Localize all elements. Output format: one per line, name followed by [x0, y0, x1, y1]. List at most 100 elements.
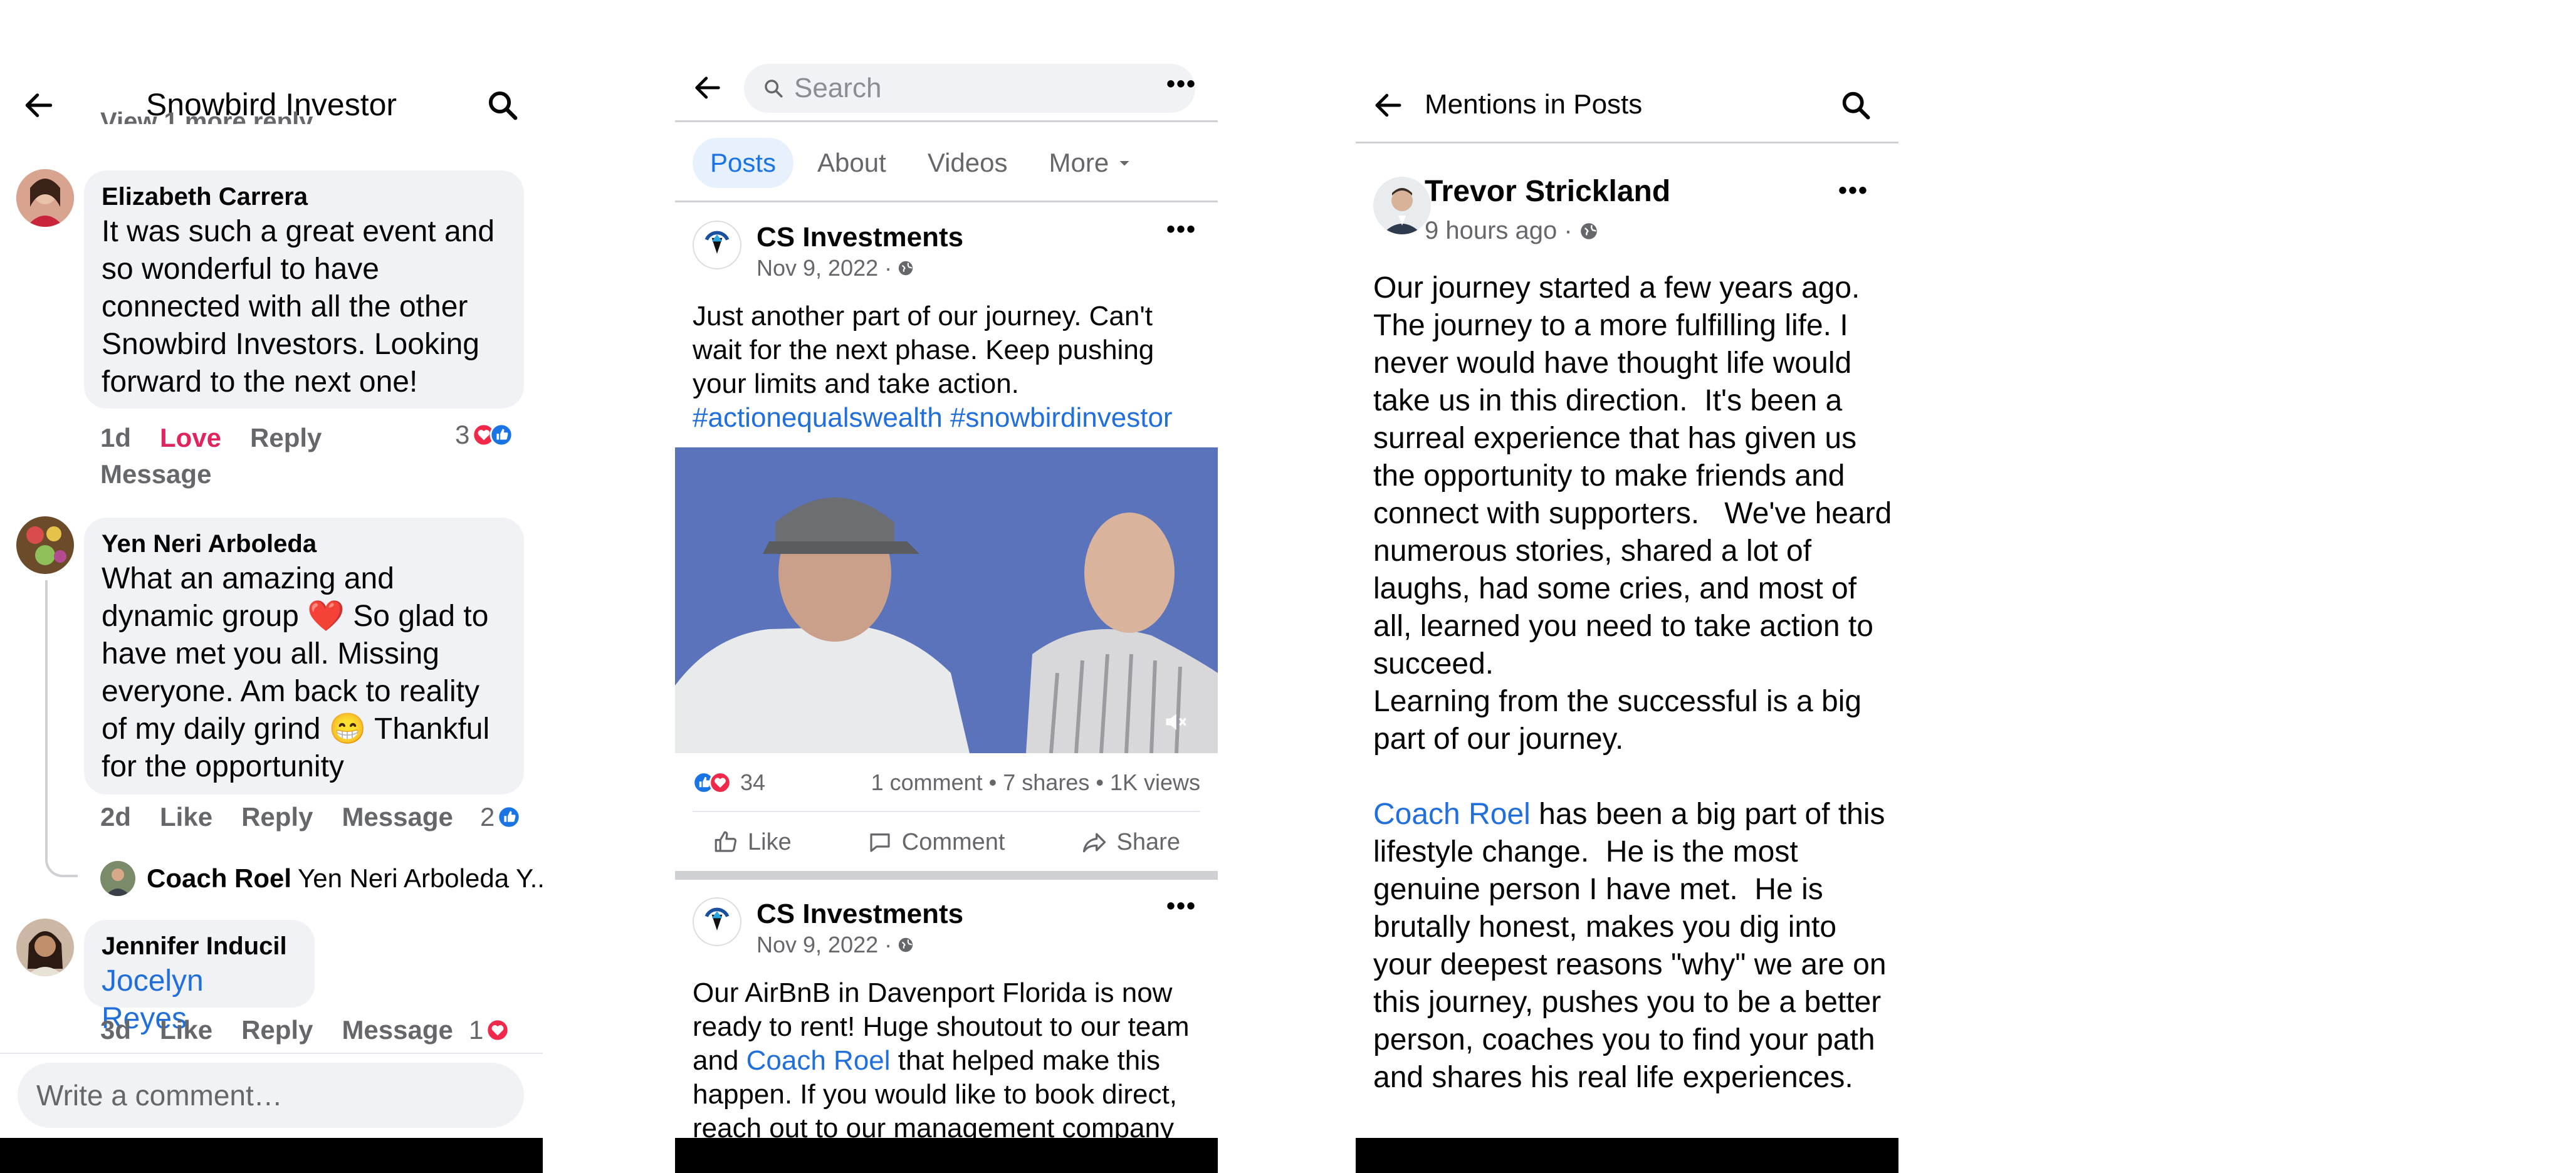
mention-link[interactable]: Coach Roel: [1373, 798, 1531, 831]
post-meta: Nov 9, 2022 ·: [757, 254, 963, 282]
like-label: Like: [748, 828, 792, 855]
divider: [693, 811, 1200, 812]
engagement-stats[interactable]: 1 comment • 7 shares • 1K views: [871, 769, 1200, 796]
comment-actions: 1d Love Reply Message: [100, 420, 426, 493]
search-icon[interactable]: [483, 85, 523, 125]
comment-time: 2d: [100, 802, 132, 832]
search-input[interactable]: Search: [744, 64, 1195, 113]
love-reaction-icon: [486, 1018, 510, 1042]
hashtag-links[interactable]: #actionequalswealth #snowbirdinvestor: [693, 402, 1173, 433]
post-stats: 34 1 comment • 7 shares • 1K views: [693, 769, 1200, 796]
post-body: Our journey started a few years ago. The…: [1373, 271, 1892, 756]
comment-actions: 3d Like Reply Message: [100, 1015, 482, 1045]
comment-author[interactable]: Elizabeth Carrera: [102, 180, 506, 213]
avatar[interactable]: [16, 169, 74, 227]
video-player[interactable]: [675, 447, 1218, 753]
reaction-number: 34: [740, 769, 766, 795]
tab-posts[interactable]: Posts: [693, 138, 794, 188]
reply-button[interactable]: Reply: [241, 1015, 313, 1045]
avatar[interactable]: [16, 516, 74, 574]
post-text: Our journey started a few years ago. The…: [1373, 269, 1893, 1097]
comment-time: 3d: [100, 1015, 132, 1045]
message-button[interactable]: Message: [342, 1015, 453, 1045]
search-placeholder: Search: [794, 73, 882, 103]
divider: [0, 1053, 543, 1054]
reaction-count[interactable]: 1: [469, 1015, 510, 1045]
comment-author[interactable]: Yen Neri Arboleda: [102, 528, 506, 560]
comment-input[interactable]: Write a comment…: [18, 1063, 524, 1128]
comment-text: What an amazing and dynamic group ❤️ So …: [102, 562, 490, 783]
page-name[interactable]: CS Investments: [757, 897, 963, 931]
globe-icon: [1580, 222, 1597, 239]
mute-icon[interactable]: [1158, 704, 1193, 739]
post-separator: [675, 871, 1218, 880]
post-options-icon[interactable]: •••: [1166, 892, 1196, 920]
comment-time: 1d: [100, 423, 132, 452]
post-body: Just another part of our journey. Can't …: [693, 301, 1154, 399]
reply-button[interactable]: Reply: [250, 423, 322, 452]
love-button[interactable]: Love: [160, 423, 221, 452]
system-nav-bar: [1356, 1138, 1898, 1173]
message-button[interactable]: Message: [342, 802, 453, 832]
share-icon: [1082, 833, 1106, 853]
divider: [675, 120, 1218, 122]
globe-icon: [898, 261, 913, 276]
comment-button[interactable]: Comment: [867, 829, 1005, 856]
mentions-panel: Mentions in Posts Trevor Strickland 9 ho…: [1356, 0, 1898, 1173]
avatar[interactable]: [1373, 177, 1431, 234]
page-logo[interactable]: [693, 897, 741, 946]
mention-link[interactable]: Coach Roel: [746, 1045, 891, 1076]
reaction-count[interactable]: 3: [455, 420, 513, 450]
search-icon: [763, 78, 784, 99]
more-options-icon[interactable]: •••: [1166, 70, 1196, 98]
post-author[interactable]: Trevor Strickland: [1425, 174, 1670, 209]
like-reaction-icon: [490, 423, 513, 447]
system-nav-bar: [0, 1138, 543, 1173]
message-button[interactable]: Message: [100, 459, 211, 489]
back-arrow-icon[interactable]: [688, 68, 728, 108]
tab-more[interactable]: More: [1031, 138, 1151, 188]
tab-videos[interactable]: Videos: [910, 138, 1025, 188]
system-nav-bar: [675, 1138, 1218, 1173]
post-options-icon[interactable]: •••: [1166, 216, 1196, 244]
post-date: Nov 9, 2022 ·: [757, 932, 893, 957]
post-body-cont: has been a big part of this lifestyle ch…: [1373, 798, 1895, 1094]
search-icon[interactable]: [1836, 85, 1876, 125]
comment-bubble: Jennifer Inducil Jocelyn Reyes: [84, 920, 315, 1035]
comment-bubble: Yen Neri Arboleda What an amazing and dy…: [84, 518, 524, 795]
post-header: CS Investments Nov 9, 2022 ·: [693, 897, 963, 959]
comment-author[interactable]: Jennifer Inducil: [102, 930, 297, 962]
like-button[interactable]: Like: [713, 829, 792, 856]
view-more-replies[interactable]: View 1 more reply...: [100, 103, 332, 124]
reply-button[interactable]: Reply: [241, 802, 313, 832]
share-button[interactable]: Share: [1081, 828, 1180, 856]
comment-text: It was such a great event and so wonderf…: [102, 215, 495, 399]
post-options-icon[interactable]: •••: [1838, 177, 1868, 205]
like-button[interactable]: Like: [160, 802, 212, 832]
comment-actions: 2d Like Reply Message: [100, 802, 482, 832]
tab-more-label: More: [1049, 148, 1109, 177]
like-reaction-icon: [497, 805, 521, 829]
page-logo[interactable]: [693, 221, 741, 269]
like-button[interactable]: Like: [160, 1015, 212, 1045]
avatar[interactable]: [100, 861, 135, 896]
reply-author: Coach Roel: [147, 863, 292, 893]
reaction-count[interactable]: 2: [480, 802, 521, 832]
reaction-number: 3: [455, 420, 470, 449]
post-header: CS Investments Nov 9, 2022 ·: [693, 221, 963, 282]
tab-about[interactable]: About: [800, 138, 904, 188]
page-tabs: Posts About Videos More: [693, 138, 1158, 188]
post-meta: 9 hours ago ·: [1425, 217, 1599, 245]
back-arrow-icon[interactable]: [1368, 85, 1408, 125]
avatar[interactable]: [16, 919, 74, 976]
post-text: Just another part of our journey. Can't …: [693, 300, 1207, 435]
reply-text: Yen Neri Arboleda Y...: [298, 863, 543, 893]
reaction-summary[interactable]: 34: [693, 769, 765, 796]
page-feed-panel: Search ••• Posts About Videos More CS In…: [675, 0, 1218, 1173]
page-name[interactable]: CS Investments: [757, 221, 963, 254]
reply-preview[interactable]: Coach Roel Yen Neri Arboleda Y...: [147, 861, 543, 896]
post-text: Our AirBnB in Davenport Florida is now r…: [693, 976, 1207, 1140]
post-meta: Nov 9, 2022 ·: [757, 931, 963, 959]
reaction-number: 2: [480, 802, 495, 832]
reaction-number: 1: [469, 1015, 484, 1045]
